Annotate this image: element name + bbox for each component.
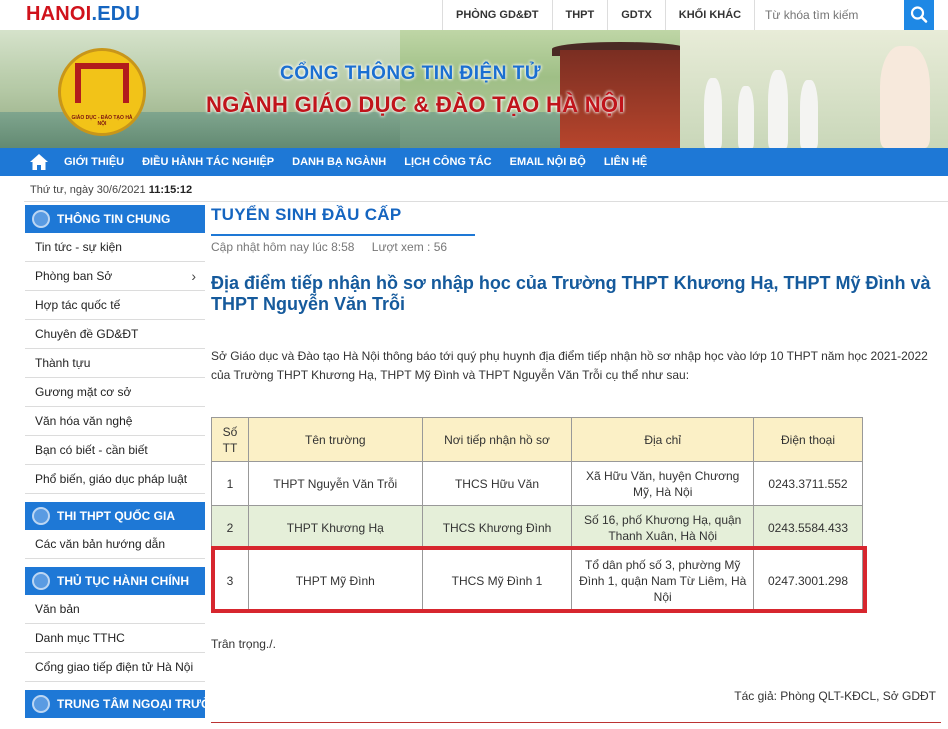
table-cell: 1 — [211, 461, 249, 506]
section-title: THI THPT QUỐC GIA — [57, 509, 175, 523]
nav-lien-he[interactable]: LIÊN HỆ — [595, 148, 656, 176]
top-nav-gdtx[interactable]: GDTX — [607, 0, 665, 30]
sidebar-section-thi-thpt[interactable]: THI THPT QUỐC GIA — [25, 502, 205, 530]
home-icon[interactable] — [29, 153, 49, 171]
sidebar-item-hop-tac-quoc-te[interactable]: Hợp tác quốc tế — [25, 291, 205, 320]
education-emblem-logo[interactable]: GIÁO DỤC - ĐÀO TẠO HÀ NỘI — [58, 48, 146, 136]
date-time-bar: Thứ tư, ngày 30/6/2021 11:15:12 — [30, 184, 192, 196]
sidebar-item-phong-ban-so[interactable]: Phòng ban Sở › — [25, 262, 205, 291]
col-header-dia-chi: Địa chỉ — [571, 417, 755, 462]
article-author: Tác giả: Phòng QLT-KĐCL, Sở GDĐT — [734, 689, 936, 703]
sidebar-item-pho-bien-phap-luat[interactable]: Phổ biến, giáo dục pháp luật — [25, 465, 205, 494]
search-button[interactable] — [904, 0, 934, 30]
emblem-gate-icon — [75, 63, 129, 103]
chevron-right-icon: › — [191, 268, 196, 284]
article-meta: Cập nhật hôm nay lúc 8:58 Lượt xem : 56 — [211, 240, 461, 254]
banner-student-figure — [800, 80, 818, 148]
col-header-stt: Số TT — [211, 417, 249, 462]
sidebar-item-guong-mat[interactable]: Gương mặt cơ sở — [25, 378, 205, 407]
main-nav: GIỚI THIỆU ĐIỀU HÀNH TÁC NGHIỆP DANH BẠ … — [0, 148, 948, 176]
col-header-noi-tiep-nhan: Nơi tiếp nhận hồ sơ — [421, 417, 573, 462]
top-nav: PHÒNG GD&ĐT THPT GDTX KHỐI KHÁC — [442, 0, 754, 30]
current-date: Thứ tư, ngày 30/6/2021 — [30, 184, 146, 196]
sidebar-item-cong-giao-tiep[interactable]: Cổng giao tiếp điện tử Hà Nội — [25, 653, 205, 682]
table-cell: 0243.3711.552 — [753, 461, 863, 506]
top-nav-khoi-khac[interactable]: KHỐI KHÁC — [664, 0, 754, 30]
search-icon — [910, 6, 928, 23]
table-cell: 0243.5584.433 — [753, 505, 863, 550]
top-bar: HANOI.EDU PHÒNG GD&ĐT THPT GDTX KHỐI KHÁ… — [0, 0, 948, 30]
banner-student-figure — [704, 78, 722, 148]
sidebar-item-label: Phòng ban Sở — [35, 269, 113, 283]
table-cell: Xã Hữu Văn, huyện Chương Mỹ, Hà Nội — [571, 461, 755, 506]
table-header-row: Số TT Tên trường Nơi tiếp nhận hồ sơ Địa… — [211, 417, 863, 462]
section-title: THỦ TỤC HÀNH CHÍNH — [57, 574, 189, 588]
section-title: TRUNG TÂM NGOẠI TRƯỜNG — [57, 697, 205, 711]
table-row: 2 THPT Khương Hạ THCS Khương Đình Số 16,… — [211, 505, 863, 550]
sidebar-item-van-ban-huong-dan[interactable]: Các văn bản hướng dẫn — [25, 530, 205, 559]
article-title: Địa điểm tiếp nhận hồ sơ nhập học của Tr… — [211, 273, 931, 314]
section-emblem-icon — [32, 210, 50, 228]
banner-title-line1: CỔNG THÔNG TIN ĐIỆN TỬ — [280, 63, 542, 84]
site-logo[interactable]: HANOI.EDU — [26, 3, 140, 26]
view-count: Lượt xem : 56 — [371, 240, 448, 254]
col-header-dien-thoai: Điện thoại — [753, 417, 863, 462]
table-cell: THPT Nguyễn Văn Trỗi — [247, 461, 423, 506]
col-header-ten-truong: Tên trường — [247, 417, 423, 462]
table-cell: THCS Hữu Văn — [421, 461, 573, 506]
sidebar: THÔNG TIN CHUNG Tin tức - sự kiện Phòng … — [25, 205, 205, 718]
sidebar-item-ban-co-biet[interactable]: Bạn có biết - cần biết — [25, 436, 205, 465]
top-nav-phong-gddt[interactable]: PHÒNG GD&ĐT — [442, 0, 552, 30]
sidebar-item-van-hoa[interactable]: Văn hóa văn nghệ — [25, 407, 205, 436]
table-cell: THPT Khương Hạ — [247, 505, 423, 550]
section-emblem-icon — [32, 507, 50, 525]
sidebar-item-chuyen-de[interactable]: Chuyên đề GD&ĐT — [25, 320, 205, 349]
banner-student-figure — [768, 70, 788, 148]
nav-email-noi-bo[interactable]: EMAIL NỘI BỘ — [501, 148, 595, 176]
logo-edu-text: .EDU — [91, 3, 141, 25]
sidebar-item-danh-muc-tthc[interactable]: Danh mục TTHC — [25, 624, 205, 653]
header-banner: GIÁO DỤC - ĐÀO TẠO HÀ NỘI CỔNG THÔNG TIN… — [0, 30, 948, 148]
section-title: THÔNG TIN CHUNG — [57, 212, 171, 226]
section-emblem-icon — [32, 695, 50, 713]
nav-lich-cong-tac[interactable]: LỊCH CÔNG TÁC — [395, 148, 500, 176]
top-nav-thpt[interactable]: THPT — [551, 0, 608, 30]
article-closing: Trân trọng./. — [211, 637, 276, 651]
sidebar-item-van-ban[interactable]: Văn bản — [25, 595, 205, 624]
banner-student-figure — [738, 86, 754, 148]
nav-gioi-thieu[interactable]: GIỚI THIỆU — [55, 148, 133, 176]
nav-danh-ba-nganh[interactable]: DANH BẠ NGÀNH — [283, 148, 395, 176]
sidebar-section-thong-tin-chung[interactable]: THÔNG TIN CHUNG — [25, 205, 205, 233]
divider — [211, 722, 941, 723]
table-cell: 2 — [211, 505, 249, 550]
main-nav-links: GIỚI THIỆU ĐIỀU HÀNH TÁC NGHIỆP DANH BẠ … — [55, 148, 656, 176]
banner-title-line2: NGÀNH GIÁO DỤC & ĐÀO TẠO HÀ NỘI — [206, 92, 625, 117]
highlight-box — [211, 546, 867, 613]
sidebar-item-thanh-tuu[interactable]: Thành tựu — [25, 349, 205, 378]
search-input[interactable] — [755, 0, 903, 30]
table-cell: Số 16, phố Khương Hạ, quận Thanh Xuân, H… — [571, 505, 755, 550]
updated-time: Cập nhật hôm nay lúc 8:58 — [211, 240, 355, 254]
category-title[interactable]: TUYỂN SINH ĐẦU CẤP — [211, 205, 941, 233]
current-time: 11:15:12 — [148, 184, 193, 196]
sidebar-section-thu-tuc-hanh-chinh[interactable]: THỦ TỤC HÀNH CHÍNH — [25, 567, 205, 595]
search-box — [754, 0, 904, 30]
sidebar-section-trung-tam-ngoai-truong[interactable]: TRUNG TÂM NGOẠI TRƯỜNG — [25, 690, 205, 718]
article-content: TUYỂN SINH ĐẦU CẤP Cập nhật hôm nay lúc … — [211, 205, 941, 723]
nav-dieu-hanh-tac-nghiep[interactable]: ĐIỀU HÀNH TÁC NGHIỆP — [133, 148, 283, 176]
table-cell: THCS Khương Đình — [421, 505, 573, 550]
banner-student-figure — [880, 46, 930, 148]
divider — [24, 201, 948, 202]
table-row: 1 THPT Nguyễn Văn Trỗi THCS Hữu Văn Xã H… — [211, 461, 863, 506]
emblem-text: GIÁO DỤC - ĐÀO TẠO HÀ NỘI — [71, 115, 133, 127]
article-intro: Sở Giáo dục và Đào tạo Hà Nội thông báo … — [211, 349, 928, 382]
sidebar-item-tin-tuc[interactable]: Tin tức - sự kiện — [25, 233, 205, 262]
category-underline — [211, 234, 475, 236]
section-emblem-icon — [32, 572, 50, 590]
logo-hanoi-text: HANOI — [26, 3, 92, 25]
